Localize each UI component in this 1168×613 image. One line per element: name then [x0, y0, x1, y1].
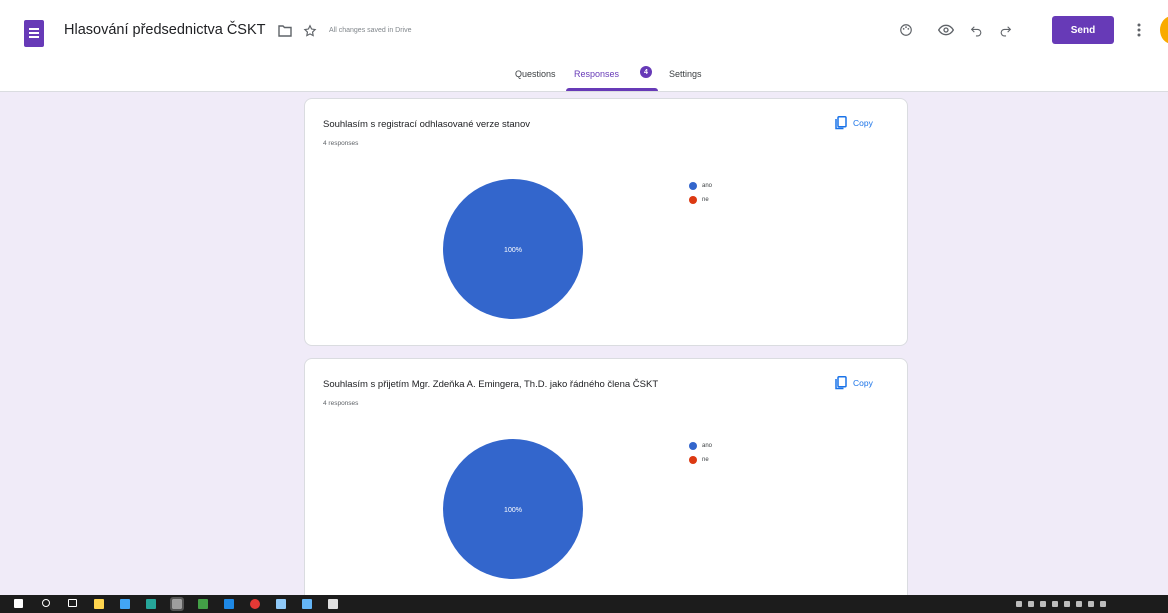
- pie-chart: 100%: [441, 177, 585, 326]
- taskbar-app-icon[interactable]: [302, 599, 312, 609]
- tray-icon[interactable]: [1052, 601, 1058, 607]
- tab-settings[interactable]: Settings: [669, 69, 702, 79]
- pie-percent-label: 100%: [504, 507, 522, 514]
- pie-percent-label: 100%: [504, 247, 522, 254]
- question-title: Souhlasím s registrací odhlasované verze…: [323, 119, 530, 130]
- legend-item-ano[interactable]: ano: [689, 439, 712, 453]
- avatar[interactable]: [1160, 16, 1168, 44]
- pie-chart: 100%: [441, 437, 585, 586]
- task-view-icon[interactable]: [68, 599, 77, 607]
- chart-legend: ano ne: [689, 439, 712, 467]
- summary-card: Souhlasím s přijetím Mgr. Zdeňka A. Emin…: [304, 358, 908, 608]
- legend-dot: [689, 442, 697, 450]
- copy-label: Copy: [853, 118, 873, 128]
- copy-chart-button[interactable]: Copy: [835, 116, 873, 130]
- taskbar-app-icon[interactable]: [146, 599, 156, 609]
- legend-label: ano: [702, 183, 713, 189]
- responses-count-badge: 4: [640, 66, 652, 78]
- response-count: 4 responses: [323, 400, 359, 407]
- taskbar-app-icon[interactable]: [224, 599, 234, 609]
- tray-icon[interactable]: [1064, 601, 1070, 607]
- tab-responses[interactable]: Responses: [574, 69, 619, 79]
- copy-icon: [835, 376, 847, 390]
- taskbar-app-icon[interactable]: [198, 599, 208, 609]
- tray-icon[interactable]: [1076, 601, 1082, 607]
- legend-label: ano: [702, 443, 713, 449]
- tray-icon[interactable]: [1040, 601, 1046, 607]
- star-icon[interactable]: [301, 22, 319, 40]
- taskbar-app-icon[interactable]: [250, 599, 260, 609]
- tab-questions[interactable]: Questions: [515, 69, 556, 79]
- legend-dot: [689, 196, 697, 204]
- undo-icon[interactable]: [966, 20, 986, 40]
- copy-icon: [835, 116, 847, 130]
- windows-start-icon[interactable]: [14, 599, 23, 608]
- taskbar-app-icon[interactable]: [276, 599, 286, 609]
- taskbar-app-icon[interactable]: [170, 597, 184, 611]
- forms-icon[interactable]: [24, 20, 44, 47]
- preview-eye-icon[interactable]: [936, 20, 956, 40]
- tray-icon[interactable]: [1100, 601, 1106, 607]
- form-title[interactable]: Hlasování předsednictva ČSKT: [64, 22, 266, 38]
- legend-dot: [689, 182, 697, 190]
- active-tab-indicator: [566, 88, 658, 91]
- taskbar-app-icon[interactable]: [94, 599, 104, 609]
- send-button[interactable]: Send: [1052, 16, 1114, 44]
- tray-icon[interactable]: [1016, 601, 1022, 607]
- taskbar-app-icon[interactable]: [328, 599, 338, 609]
- question-title: Souhlasím s přijetím Mgr. Zdeňka A. Emin…: [323, 379, 659, 390]
- redo-icon[interactable]: [995, 20, 1015, 40]
- tray-icon[interactable]: [1028, 601, 1034, 607]
- summary-card: Souhlasím s registrací odhlasované verze…: [304, 98, 908, 346]
- legend-dot: [689, 456, 697, 464]
- more-vert-icon[interactable]: [1132, 20, 1146, 40]
- copy-label: Copy: [853, 378, 873, 388]
- tray-icon[interactable]: [1088, 601, 1094, 607]
- response-count: 4 responses: [323, 140, 359, 147]
- legend-label: ne: [702, 457, 709, 463]
- form-tabs: Questions Responses 4 Settings: [0, 58, 1168, 92]
- save-status: All changes saved in Drive: [329, 27, 412, 34]
- chart-legend: ano ne: [689, 179, 712, 207]
- taskbar-app-icon[interactable]: [120, 599, 130, 609]
- palette-icon[interactable]: [896, 20, 916, 40]
- search-icon[interactable]: [42, 599, 50, 607]
- legend-label: ne: [702, 197, 709, 203]
- folder-icon[interactable]: [276, 22, 294, 40]
- legend-item-ano[interactable]: ano: [689, 179, 712, 193]
- legend-item-ne[interactable]: ne: [689, 453, 712, 467]
- system-tray[interactable]: [1016, 599, 1106, 609]
- windows-taskbar: [0, 595, 1168, 613]
- legend-item-ne[interactable]: ne: [689, 193, 712, 207]
- app-header: Hlasování předsednictva ČSKT All changes…: [0, 0, 1168, 92]
- copy-chart-button[interactable]: Copy: [835, 376, 873, 390]
